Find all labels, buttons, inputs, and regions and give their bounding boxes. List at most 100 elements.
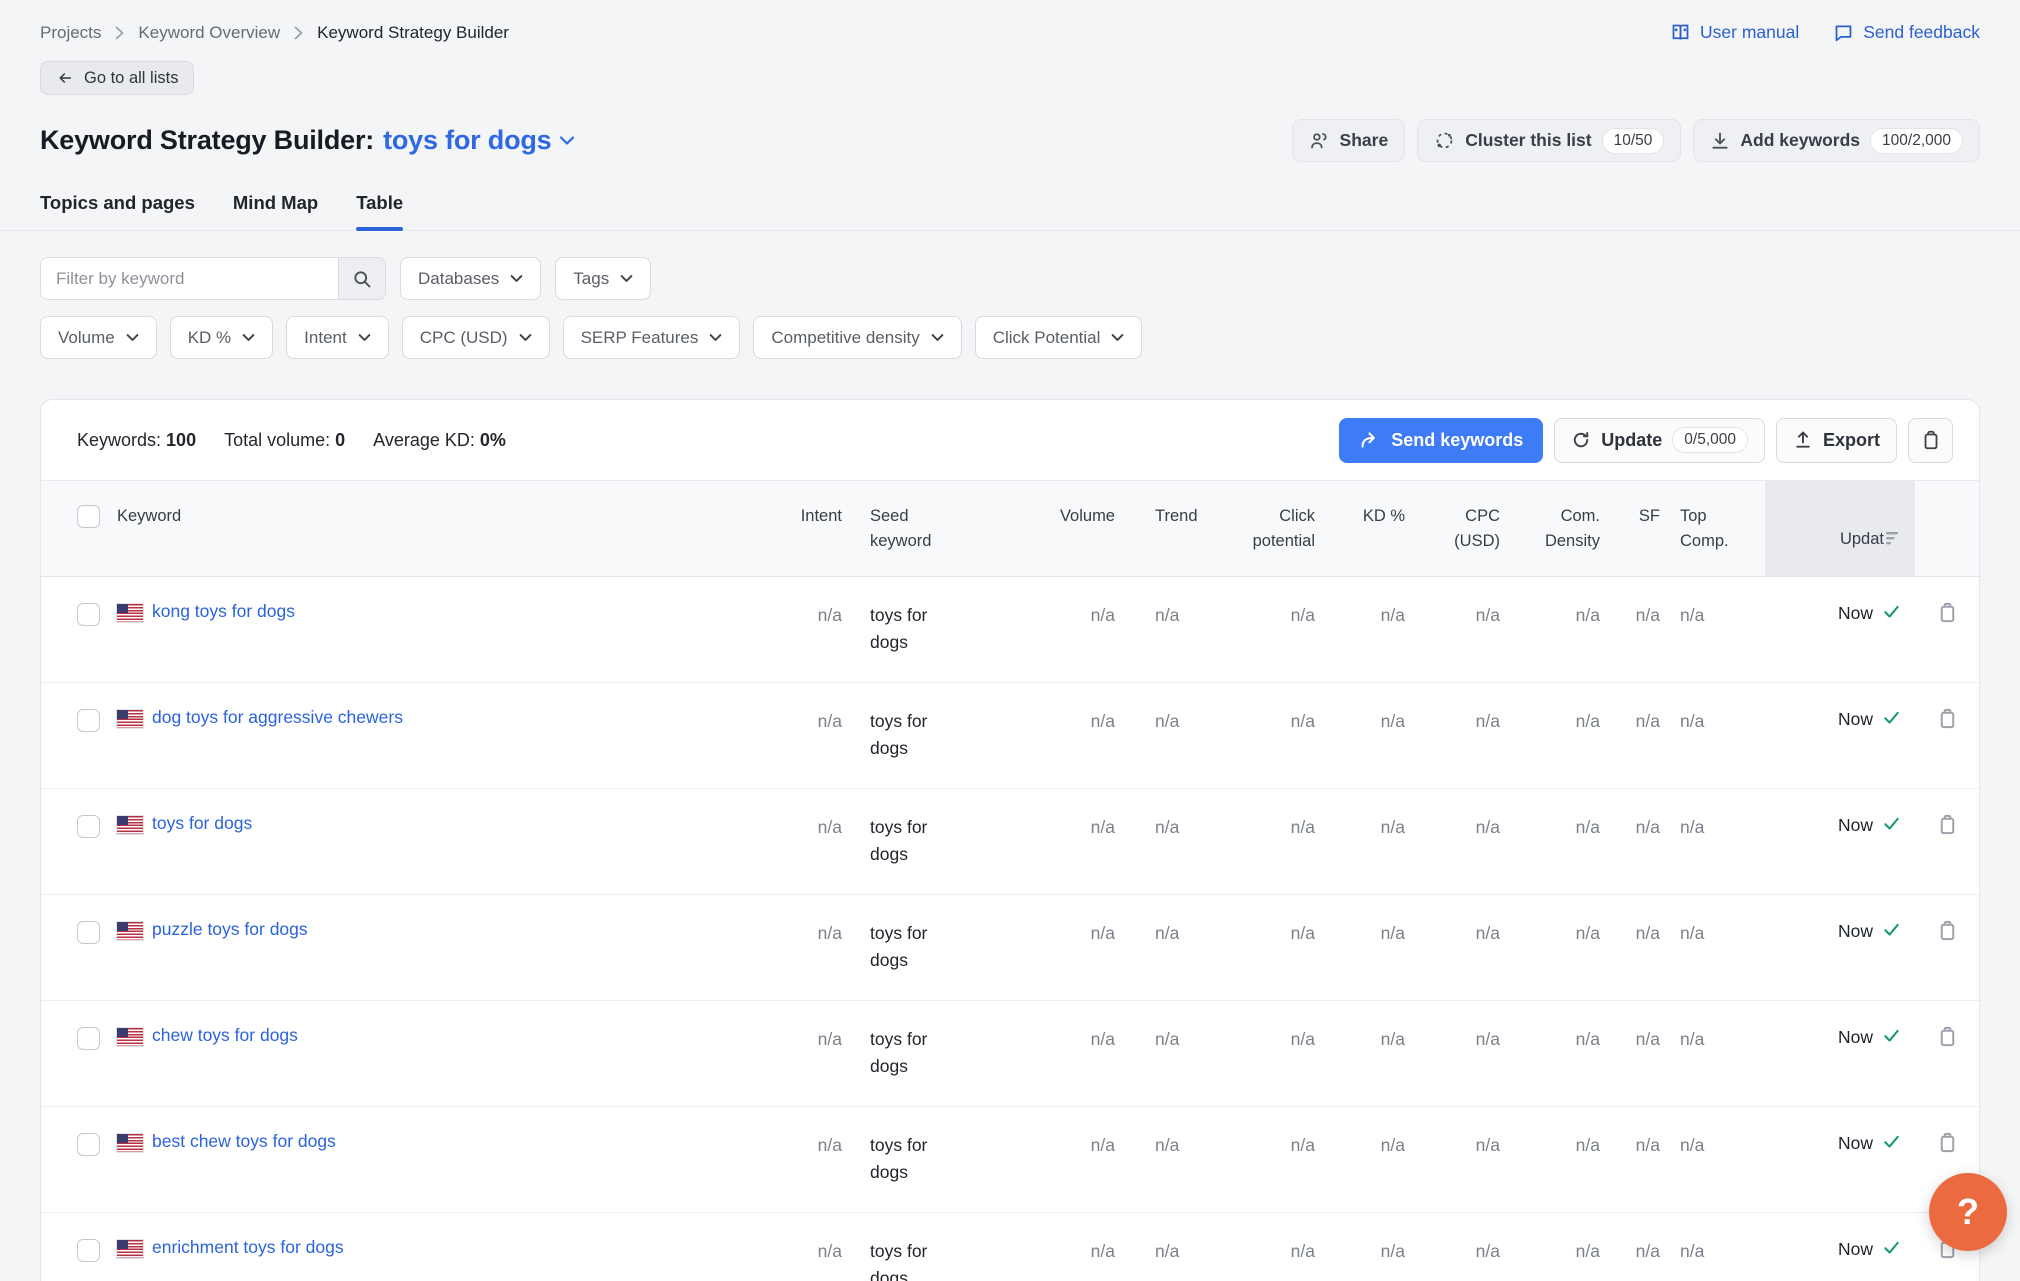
- breadcrumb-item-projects[interactable]: Projects: [40, 23, 101, 43]
- column-header-intent[interactable]: Intent: [790, 481, 870, 576]
- row-checkbox[interactable]: [77, 1239, 100, 1262]
- cell-com_density: n/a: [1500, 789, 1600, 894]
- filter-label: Competitive density: [771, 328, 919, 348]
- keyword-link[interactable]: enrichment toys for dogs: [152, 1237, 344, 1258]
- row-checkbox[interactable]: [77, 603, 100, 626]
- filter-dropdown-kd[interactable]: KD %: [170, 316, 273, 359]
- cluster-this-list-button[interactable]: Cluster this list 10/50: [1417, 119, 1681, 162]
- cell-kd: n/a: [1315, 683, 1405, 788]
- breadcrumb-item-keyword-overview[interactable]: Keyword Overview: [138, 23, 280, 43]
- cell-seed: toys for dogs: [870, 789, 1020, 894]
- column-header-seed[interactable]: Seed keyword: [870, 481, 1020, 576]
- keyword-link[interactable]: dog toys for aggressive chewers: [152, 707, 403, 728]
- column-header-trend[interactable]: Trend: [1115, 481, 1200, 576]
- keyword-link[interactable]: puzzle toys for dogs: [152, 919, 308, 940]
- column-header-top_comp[interactable]: Top Comp.: [1660, 481, 1765, 576]
- cell-top_comp: n/a: [1660, 683, 1765, 788]
- filter-label: Intent: [304, 328, 347, 348]
- cell-top_comp: n/a: [1660, 789, 1765, 894]
- keywords-table-card: Keywords:100 Total volume:0 Average KD:0…: [40, 399, 1980, 1281]
- column-header-volume[interactable]: Volume: [1020, 481, 1115, 576]
- cell-top_comp: n/a: [1660, 1107, 1765, 1212]
- filter-dropdown-click-potential[interactable]: Click Potential: [975, 316, 1143, 359]
- us-flag-icon: [117, 1028, 143, 1046]
- keyword-filter-input[interactable]: [41, 258, 338, 299]
- export-icon: [1793, 430, 1813, 450]
- column-header-keyword[interactable]: Keyword: [117, 481, 790, 576]
- filter-dropdown-serp-features[interactable]: SERP Features: [563, 316, 741, 359]
- table-row: kong toys for dogsn/atoys for dogsn/an/a…: [41, 577, 1979, 683]
- row-checkbox[interactable]: [77, 921, 100, 944]
- list-name-label: toys for dogs: [383, 125, 551, 156]
- trash-icon: [1936, 919, 1959, 942]
- column-header-label: Click potential: [1231, 504, 1315, 554]
- cell-volume: n/a: [1020, 1001, 1115, 1106]
- chevron-down-icon: [510, 274, 523, 283]
- filter-dropdown-cpc-usd[interactable]: CPC (USD): [402, 316, 550, 359]
- cell-volume: n/a: [1020, 683, 1115, 788]
- column-header-cpc[interactable]: CPC (USD): [1405, 481, 1500, 576]
- delete-list-button[interactable]: [1908, 418, 1953, 463]
- keyword-link[interactable]: chew toys for dogs: [152, 1025, 298, 1046]
- keyword-link[interactable]: toys for dogs: [152, 813, 252, 834]
- cluster-label: Cluster this list: [1465, 130, 1591, 151]
- tab-topics-and-pages[interactable]: Topics and pages: [40, 192, 195, 230]
- table-row: puzzle toys for dogsn/atoys for dogsn/an…: [41, 895, 1979, 1001]
- filter-dropdown-competitive-density[interactable]: Competitive density: [753, 316, 961, 359]
- select-all-checkbox[interactable]: [77, 505, 100, 528]
- cell-com_density: n/a: [1500, 683, 1600, 788]
- feedback-bubble-icon: [1833, 22, 1854, 43]
- tab-mind-map[interactable]: Mind Map: [233, 192, 318, 230]
- search-button[interactable]: [338, 258, 385, 299]
- trash-icon: [1936, 1025, 1959, 1048]
- delete-row-button[interactable]: [1936, 813, 1959, 894]
- share-users-icon: [1309, 130, 1330, 151]
- cell-click_potential: n/a: [1200, 1107, 1315, 1212]
- column-header-click_potential[interactable]: Click potential: [1200, 481, 1315, 576]
- column-header-kd[interactable]: KD %: [1315, 481, 1405, 576]
- list-name-dropdown[interactable]: toys for dogs: [383, 125, 575, 156]
- filter-dropdown-databases[interactable]: Databases: [400, 257, 541, 300]
- column-header-sf[interactable]: SF: [1600, 481, 1660, 576]
- keyword-link[interactable]: kong toys for dogs: [152, 601, 295, 622]
- cell-com_density: n/a: [1500, 1213, 1600, 1281]
- go-to-all-lists-button[interactable]: Go to all lists: [40, 61, 194, 95]
- delete-row-button[interactable]: [1936, 707, 1959, 788]
- row-checkbox[interactable]: [77, 815, 100, 838]
- row-checkbox[interactable]: [77, 1133, 100, 1156]
- us-flag-icon: [117, 1240, 143, 1258]
- share-button[interactable]: Share: [1292, 119, 1406, 162]
- cell-kd: n/a: [1315, 789, 1405, 894]
- column-header-com_density[interactable]: Com. Density: [1500, 481, 1600, 576]
- cell-volume: n/a: [1020, 895, 1115, 1000]
- us-flag-icon: [117, 1134, 143, 1152]
- send-feedback-link[interactable]: Send feedback: [1833, 22, 1980, 43]
- column-header-updated[interactable]: Updat: [1765, 481, 1915, 576]
- cell-com_density: n/a: [1500, 577, 1600, 682]
- user-manual-link[interactable]: User manual: [1670, 22, 1799, 43]
- row-checkbox[interactable]: [77, 709, 100, 732]
- cell-top_comp: n/a: [1660, 1213, 1765, 1281]
- add-keywords-button[interactable]: Add keywords 100/2,000: [1693, 119, 1980, 162]
- row-checkbox[interactable]: [77, 1027, 100, 1050]
- cell-seed: toys for dogs: [870, 1213, 1020, 1281]
- filter-dropdown-tags[interactable]: Tags: [555, 257, 651, 300]
- filter-dropdown-volume[interactable]: Volume: [40, 316, 157, 359]
- export-button[interactable]: Export: [1776, 418, 1897, 463]
- help-button[interactable]: ?: [1929, 1173, 2007, 1251]
- chevron-down-icon: [709, 333, 722, 342]
- column-header-label: KD %: [1363, 504, 1405, 529]
- refresh-icon: [1571, 430, 1591, 450]
- delete-row-button[interactable]: [1936, 601, 1959, 682]
- tab-table[interactable]: Table: [356, 192, 403, 230]
- delete-row-button[interactable]: [1936, 919, 1959, 1000]
- cell-updated: Now: [1765, 577, 1915, 682]
- filter-label: SERP Features: [581, 328, 699, 348]
- filter-dropdown-intent[interactable]: Intent: [286, 316, 389, 359]
- keyword-filter: [40, 257, 386, 300]
- cell-updated: Now: [1765, 1213, 1915, 1281]
- keyword-link[interactable]: best chew toys for dogs: [152, 1131, 336, 1152]
- delete-row-button[interactable]: [1936, 1025, 1959, 1106]
- send-keywords-button[interactable]: Send keywords: [1339, 418, 1543, 463]
- update-button[interactable]: Update 0/5,000: [1554, 418, 1765, 463]
